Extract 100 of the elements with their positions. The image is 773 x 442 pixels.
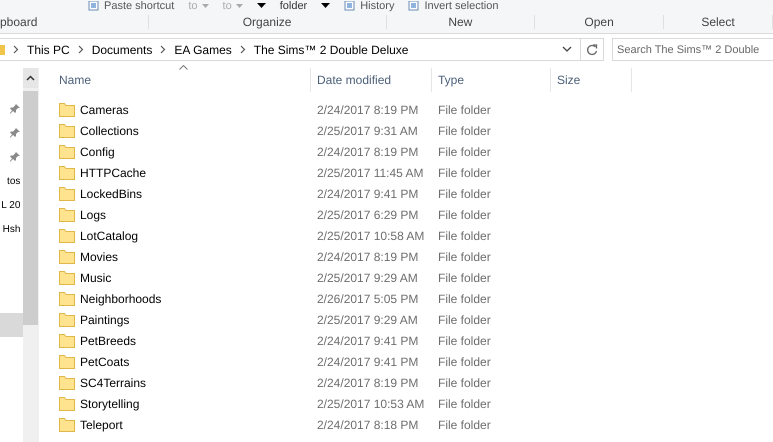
folder-icon xyxy=(59,376,75,390)
date-cell-text: 2/25/2017 10:53 AM xyxy=(316,396,426,410)
file-name[interactable]: Teleport xyxy=(80,418,123,432)
folder-icon xyxy=(59,354,75,368)
file-name[interactable]: LockedBins xyxy=(80,186,142,200)
nav-label[interactable]: L 20 xyxy=(1,200,20,210)
breadcrumb[interactable]: This PC xyxy=(27,42,70,56)
nav-label[interactable]: Hsh xyxy=(2,224,20,234)
folder-icon xyxy=(59,102,75,116)
ribbon-command[interactable]: Invert selection xyxy=(424,0,498,12)
ribbon-group-label: Organize xyxy=(148,15,386,29)
pin-icon[interactable] xyxy=(10,104,20,114)
chevron-icon xyxy=(13,45,19,54)
type-cell-text: File folder xyxy=(437,102,492,116)
nav-label[interactable]: tos xyxy=(7,176,20,186)
nav-item-row[interactable]: tos xyxy=(0,169,24,193)
address-bar[interactable]: This PC Documents EA Games The Sims™ 2 Double Deluxe xyxy=(0,38,604,61)
column-header[interactable]: Type xyxy=(432,68,551,92)
chevron-icon xyxy=(78,45,84,54)
date-cell-text: 2/26/2017 5:05 PM xyxy=(316,292,420,306)
type-cell-text: File folder xyxy=(437,208,492,222)
ribbon-command[interactable]: folder xyxy=(280,0,308,12)
date-cell-text: 2/24/2017 8:19 PM xyxy=(316,102,420,116)
folder-icon xyxy=(59,166,75,180)
date-cell-text: 2/25/2017 10:58 AM xyxy=(316,228,426,242)
ribbon-command[interactable]: History xyxy=(360,0,394,12)
date-cell-text: 2/24/2017 8:19 PM xyxy=(316,144,420,158)
type-cell-text: File folder xyxy=(437,124,492,138)
file-name[interactable]: Collections xyxy=(80,124,139,138)
type-cell-text: File folder xyxy=(437,418,492,432)
scrollbar[interactable] xyxy=(23,68,38,442)
file-name[interactable]: Cameras xyxy=(80,102,129,116)
file-name[interactable]: PetCoats xyxy=(80,354,130,368)
pin-icon[interactable] xyxy=(10,128,20,138)
folder-icon xyxy=(59,144,75,158)
sort-caret-icon xyxy=(179,65,188,70)
file-name[interactable]: Storytelling xyxy=(80,396,140,410)
file-name[interactable]: HTTPCache xyxy=(80,166,146,180)
type-cell-text: File folder xyxy=(437,292,492,306)
type-cell-text: File folder xyxy=(437,166,492,180)
chevron-up-icon xyxy=(26,75,36,81)
breadcrumb[interactable]: EA Games xyxy=(174,42,232,56)
file-name[interactable]: Music xyxy=(80,270,112,284)
type-cell-text: File folder xyxy=(437,396,492,410)
date-cell-text: 2/25/2017 9:29 AM xyxy=(316,270,419,284)
folder-icon xyxy=(59,228,75,242)
column-header[interactable]: Size xyxy=(551,68,632,92)
type-cell-text: File folder xyxy=(437,186,492,200)
file-name[interactable]: PetBreeds xyxy=(80,334,136,348)
scroll-up-button[interactable] xyxy=(23,68,38,88)
nav-item-row[interactable]: Hsh xyxy=(0,217,24,241)
folder-icon xyxy=(59,250,75,264)
type-cell-text: File folder xyxy=(437,376,492,390)
type-cell-text: File folder xyxy=(437,250,492,264)
date-cell-text: 2/24/2017 8:19 PM xyxy=(316,250,420,264)
pin-icon[interactable] xyxy=(10,152,20,162)
file-name[interactable]: Movies xyxy=(80,250,118,264)
folder-icon xyxy=(59,418,75,432)
date-cell-text: 2/25/2017 6:29 PM xyxy=(316,208,420,222)
nav-item-row[interactable]: L 20 xyxy=(0,193,24,217)
ribbon-group-label: pboard xyxy=(0,15,149,29)
folder-icon xyxy=(59,292,75,306)
date-cell-text: 2/24/2017 8:18 PM xyxy=(316,418,420,432)
folder-icon xyxy=(59,312,75,326)
file-name[interactable]: Neighborhoods xyxy=(80,292,162,306)
folder-icon xyxy=(59,124,75,138)
file-name[interactable]: LotCatalog xyxy=(80,228,138,242)
file-name[interactable]: Logs xyxy=(80,208,106,222)
date-cell-text: 2/24/2017 9:41 PM xyxy=(316,334,420,348)
date-cell-text: 2/25/2017 9:29 AM xyxy=(316,312,419,326)
scroll-thumb[interactable] xyxy=(23,91,38,325)
breadcrumb[interactable]: Documents xyxy=(92,42,152,56)
dropdown-icon[interactable] xyxy=(562,46,572,53)
ribbon-group-label: Open xyxy=(535,15,664,29)
refresh-icon xyxy=(586,44,598,56)
date-cell-text: 2/25/2017 11:45 AM xyxy=(316,166,425,180)
file-name[interactable]: Paintings xyxy=(80,312,130,326)
type-cell-text: File folder xyxy=(437,354,492,368)
type-cell-text: File folder xyxy=(437,144,492,158)
caret-icon[interactable] xyxy=(321,3,330,9)
ribbon-group-label: New xyxy=(386,15,536,29)
folder-icon xyxy=(59,208,75,222)
breadcrumb[interactable]: The Sims™ 2 Double Deluxe xyxy=(254,42,408,56)
ribbon-command[interactable]: Paste shortcut xyxy=(104,0,174,12)
caret-icon[interactable] xyxy=(256,3,266,9)
chevron-icon xyxy=(240,45,246,54)
folder-icon xyxy=(59,334,75,348)
search-field[interactable]: Search The Sims™ 2 Double xyxy=(612,38,773,61)
column-header[interactable]: Date modified xyxy=(311,68,432,92)
folder-icon xyxy=(59,396,75,410)
chevron-icon xyxy=(160,45,166,54)
type-cell-text: File folder xyxy=(437,270,492,284)
type-cell-text: File folder xyxy=(437,312,492,326)
date-cell-text: 2/24/2017 9:41 PM xyxy=(316,186,420,200)
file-name[interactable]: SC4Terrains xyxy=(80,376,146,390)
file-name[interactable]: Config xyxy=(80,144,115,158)
date-cell-text: 2/24/2017 8:19 PM xyxy=(316,376,420,390)
column-header[interactable]: Name xyxy=(39,68,311,92)
type-cell-text: File folder xyxy=(437,334,492,348)
date-cell-text: 2/24/2017 9:41 PM xyxy=(316,354,420,368)
